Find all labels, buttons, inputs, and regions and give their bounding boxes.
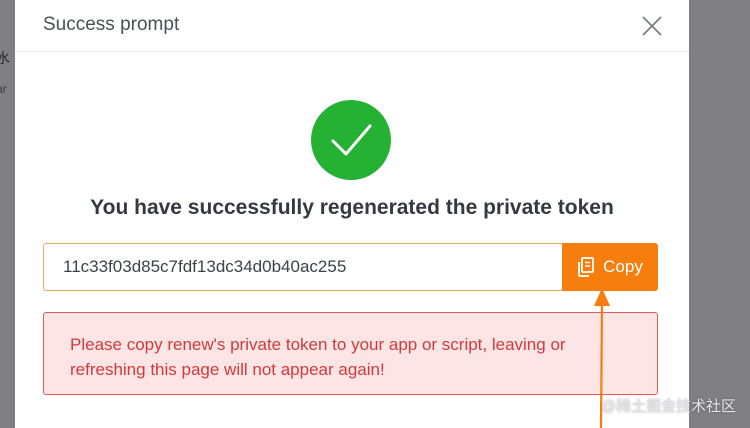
watermark: @稀土掘金技术社区	[600, 398, 736, 415]
background-text-fragment: 水	[0, 50, 10, 66]
token-field-group: Copy	[43, 243, 658, 291]
checkmark-icon	[311, 100, 391, 180]
close-icon[interactable]	[641, 15, 663, 37]
copy-icon	[577, 257, 595, 277]
copy-button[interactable]: Copy	[562, 243, 658, 291]
background-text-fragment: ar	[0, 82, 7, 96]
warning-alert: Please copy renew's private token to you…	[43, 312, 658, 395]
copy-button-label: Copy	[603, 257, 643, 276]
modal-header: Success prompt	[15, 0, 689, 52]
success-headline: You have successfully regenerated the pr…	[90, 196, 614, 219]
token-input[interactable]	[43, 243, 563, 291]
success-modal: Success prompt You have successfully reg…	[15, 0, 689, 428]
modal-title: Success prompt	[43, 14, 180, 35]
